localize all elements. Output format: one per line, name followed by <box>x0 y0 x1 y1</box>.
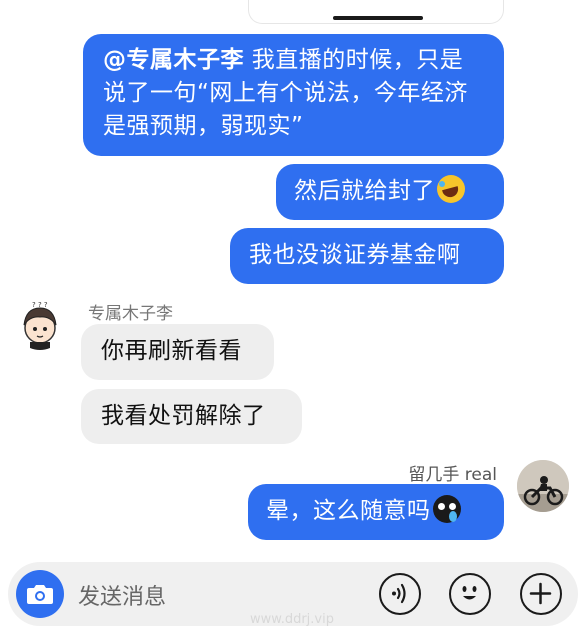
camera-button[interactable] <box>16 570 64 618</box>
dizzy-face-emoji-icon <box>432 495 461 523</box>
motorcycle-photo-icon <box>517 460 569 512</box>
user-avatar[interactable] <box>517 460 569 512</box>
mention-tag[interactable]: @专属木子李 <box>103 47 244 73</box>
rofl-emoji-icon <box>437 175 465 203</box>
svg-text:? ? ?: ? ? ? <box>32 301 48 309</box>
emoji-button[interactable] <box>449 573 491 615</box>
voice-button[interactable] <box>379 573 421 615</box>
sender-name: 专属木子李 <box>88 304 173 324</box>
incoming-message-bubble[interactable]: 你再刷新看看 <box>81 324 274 380</box>
watermark: www.ddrj.vip <box>250 612 334 627</box>
incoming-message-bubble[interactable]: 我看处罚解除了 <box>81 389 302 444</box>
more-button[interactable] <box>520 573 562 615</box>
home-indicator-bar <box>333 16 423 20</box>
cartoon-avatar-icon: ? ? ? <box>23 301 57 350</box>
message-text: 然后就给封了 <box>294 178 435 204</box>
sender-avatar[interactable]: ? ? ? <box>14 298 66 350</box>
plus-icon <box>529 582 552 605</box>
voice-icon <box>392 583 406 604</box>
outgoing-message-bubble[interactable]: 晕，这么随意吗 <box>248 484 504 540</box>
sender-name: 留几手 real <box>408 465 497 485</box>
previous-message-card <box>248 0 504 24</box>
camera-icon <box>27 585 53 604</box>
message-text: 晕，这么随意吗 <box>266 498 431 524</box>
outgoing-message-bubble[interactable]: 我也没谈证券基金啊 <box>230 228 504 284</box>
emoji-icon <box>462 586 477 600</box>
message-input[interactable]: 发送消息 <box>78 579 166 611</box>
message-text: 我也没谈证券基金啊 <box>249 242 461 268</box>
outgoing-message-bubble[interactable]: 然后就给封了 <box>276 164 504 220</box>
message-text: 你再刷新看看 <box>101 338 242 364</box>
outgoing-message-bubble[interactable]: @专属木子李 我直播的时候，只是说了一句“网上有个说法，今年经济是强预期，弱现实… <box>83 34 504 156</box>
message-text: 我看处罚解除了 <box>101 403 266 429</box>
